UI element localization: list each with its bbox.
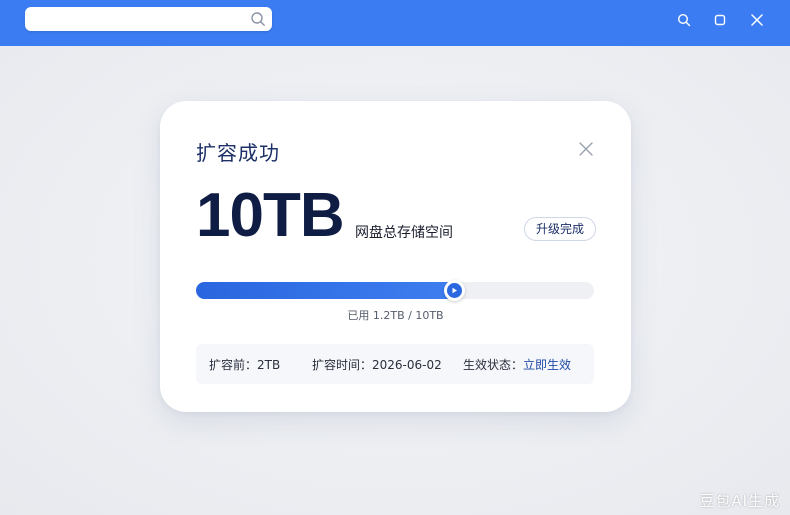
usage-progress-bar xyxy=(196,280,594,301)
search-icon[interactable] xyxy=(250,11,266,27)
maximize-button[interactable] xyxy=(711,11,729,29)
expansion-time-label: 扩容时间： xyxy=(312,358,373,372)
close-icon[interactable] xyxy=(578,141,594,157)
expansion-info-bar: 扩容前：2TB 扩容时间：2026-06-02 生效状态：立即生效 xyxy=(196,344,594,384)
zoom-button[interactable] xyxy=(675,11,693,29)
watermark: 豆包AI生成 xyxy=(699,492,780,510)
capacity-label: 网盘总存储空间 xyxy=(355,225,453,241)
zoom-icon xyxy=(677,13,691,27)
dialog-title: 扩容成功 xyxy=(196,141,280,165)
expansion-time-value: 2026-06-02 xyxy=(372,358,442,372)
progress-knob[interactable] xyxy=(443,280,465,301)
effective-status-label: 生效状态： xyxy=(463,358,524,372)
usage-progress-fill xyxy=(196,282,455,299)
status-badge: 升级完成 xyxy=(524,217,597,241)
close-icon xyxy=(751,14,763,26)
before-expansion: 扩容前：2TB xyxy=(209,356,280,373)
expansion-time: 扩容时间：2026-06-02 xyxy=(312,356,442,373)
top-bar xyxy=(0,0,790,46)
before-expansion-value: 2TB xyxy=(257,358,281,372)
effective-status-value: 立即生效 xyxy=(523,358,572,372)
effective-status: 生效状态：立即生效 xyxy=(463,356,571,373)
maximize-icon xyxy=(714,14,726,26)
usage-text: 已用 1.2TB / 10TB xyxy=(347,309,444,322)
expansion-success-dialog: 扩容成功 10TB 网盘总存储空间 升级完成 已用 1.2TB / 10TB 扩… xyxy=(160,101,631,412)
capacity-value: 10TB xyxy=(196,181,345,250)
before-expansion-label: 扩容前： xyxy=(209,358,258,372)
search-input[interactable] xyxy=(33,10,243,28)
search-field[interactable] xyxy=(25,7,272,31)
window-close-button[interactable] xyxy=(748,11,766,29)
play-icon xyxy=(452,287,457,294)
